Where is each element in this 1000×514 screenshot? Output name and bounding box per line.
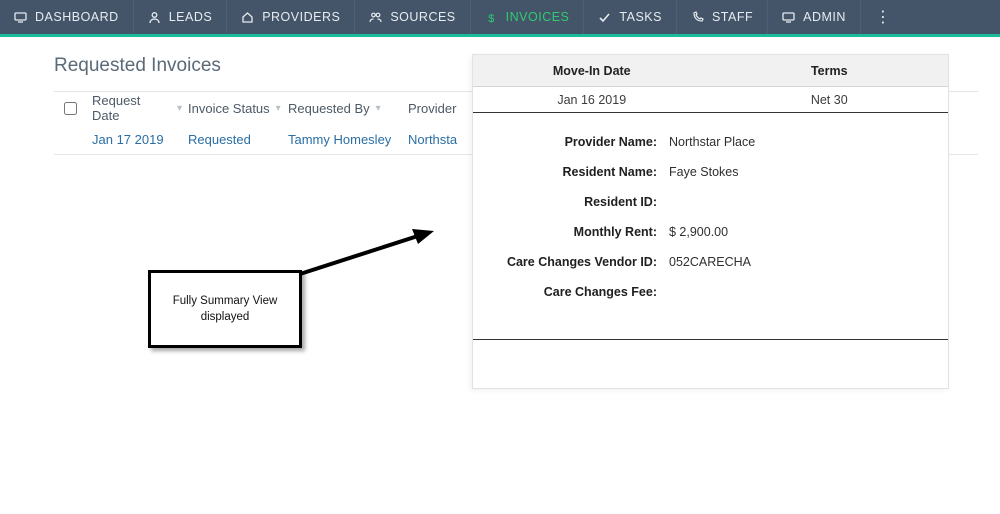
cell-requested-by: Tammy Homesley (288, 132, 408, 147)
summary-terms: Net 30 (711, 93, 949, 107)
cell-invoice-status: Requested (188, 132, 288, 147)
nav-dashboard[interactable]: DASHBOARD (0, 0, 134, 34)
nav-admin[interactable]: ADMIN (768, 0, 861, 34)
label-provider-name: Provider Name: (489, 135, 663, 149)
col-requested-by[interactable]: Requested By ▾ (288, 101, 408, 116)
value-vendor-id: 052CARECHA (663, 255, 751, 269)
phone-icon (691, 11, 704, 24)
summary-head-terms: Terms (711, 64, 949, 78)
header-select-all[interactable] (54, 102, 92, 115)
arrow-icon (294, 224, 444, 284)
col-invoice-status-label: Invoice Status (188, 101, 270, 116)
kv-provider-name: Provider Name: Northstar Place (489, 127, 932, 157)
svg-text:$: $ (488, 13, 495, 24)
value-monthly-rent: $ 2,900.00 (663, 225, 728, 239)
summary-kvlist: Provider Name: Northstar Place Resident … (473, 113, 948, 340)
nav-providers[interactable]: PROVIDERS (227, 0, 355, 34)
summary-panel: Move-In Date Terms Jan 16 2019 Net 30 Pr… (472, 54, 949, 389)
home-icon (241, 11, 254, 24)
nav-label: TASKS (619, 10, 662, 24)
nav-label: STAFF (712, 10, 753, 24)
summary-row: Jan 16 2019 Net 30 (473, 87, 948, 113)
value-provider-name: Northstar Place (663, 135, 755, 149)
nav-label: SOURCES (390, 10, 455, 24)
kv-vendor-id: Care Changes Vendor ID: 052CARECHA (489, 247, 932, 277)
nav-label: ADMIN (803, 10, 846, 24)
nav-label: LEADS (169, 10, 213, 24)
nav-invoices[interactable]: $ INVOICES (471, 0, 585, 34)
col-requested-by-label: Requested By (288, 101, 370, 116)
label-vendor-id: Care Changes Vendor ID: (489, 255, 663, 269)
label-monthly-rent: Monthly Rent: (489, 225, 663, 239)
label-resident-id: Resident ID: (489, 195, 663, 209)
select-all-checkbox[interactable] (64, 102, 77, 115)
nav-label: DASHBOARD (35, 10, 119, 24)
kv-resident-name: Resident Name: Faye Stokes (489, 157, 932, 187)
monitor-icon (14, 11, 27, 24)
label-resident-name: Resident Name: (489, 165, 663, 179)
nav-more[interactable]: ⋮ (861, 0, 905, 34)
cell-request-date: Jan 17 2019 (92, 132, 188, 147)
nav-label: PROVIDERS (262, 10, 340, 24)
nav-label: INVOICES (506, 10, 570, 24)
top-nav: DASHBOARD LEADS PROVIDERS SOURCES $ INVOICES T… (0, 0, 1000, 37)
kv-monthly-rent: Monthly Rent: $ 2,900.00 (489, 217, 932, 247)
more-icon: ⋮ (875, 7, 891, 27)
kv-fee: Care Changes Fee: (489, 277, 932, 307)
summary-head: Move-In Date Terms (473, 55, 948, 87)
value-resident-name: Faye Stokes (663, 165, 738, 179)
col-request-date-label: Request Date (92, 93, 171, 123)
label-fee: Care Changes Fee: (489, 285, 663, 299)
sort-icon: ▾ (177, 103, 182, 114)
col-invoice-status[interactable]: Invoice Status ▾ (188, 101, 288, 116)
callout-box: Fully Summary View displayed (148, 270, 302, 348)
nav-staff[interactable]: STAFF (677, 0, 768, 34)
col-request-date[interactable]: Request Date ▾ (92, 93, 188, 123)
monitor-icon (782, 11, 795, 24)
user-icon (148, 11, 161, 24)
summary-movein: Jan 16 2019 (473, 93, 711, 107)
nav-sources[interactable]: SOURCES (355, 0, 470, 34)
dollar-icon: $ (485, 11, 498, 24)
check-icon (598, 11, 611, 24)
summary-footer-space (473, 340, 948, 388)
sort-icon: ▾ (276, 103, 281, 114)
col-provider-label: Provider (408, 101, 456, 116)
people-icon (369, 11, 382, 24)
nav-tasks[interactable]: TASKS (584, 0, 677, 34)
summary-head-movein: Move-In Date (473, 64, 711, 78)
sort-icon: ▾ (376, 103, 381, 114)
nav-leads[interactable]: LEADS (134, 0, 228, 34)
kv-resident-id: Resident ID: (489, 187, 932, 217)
callout-text: Fully Summary View displayed (161, 293, 289, 325)
